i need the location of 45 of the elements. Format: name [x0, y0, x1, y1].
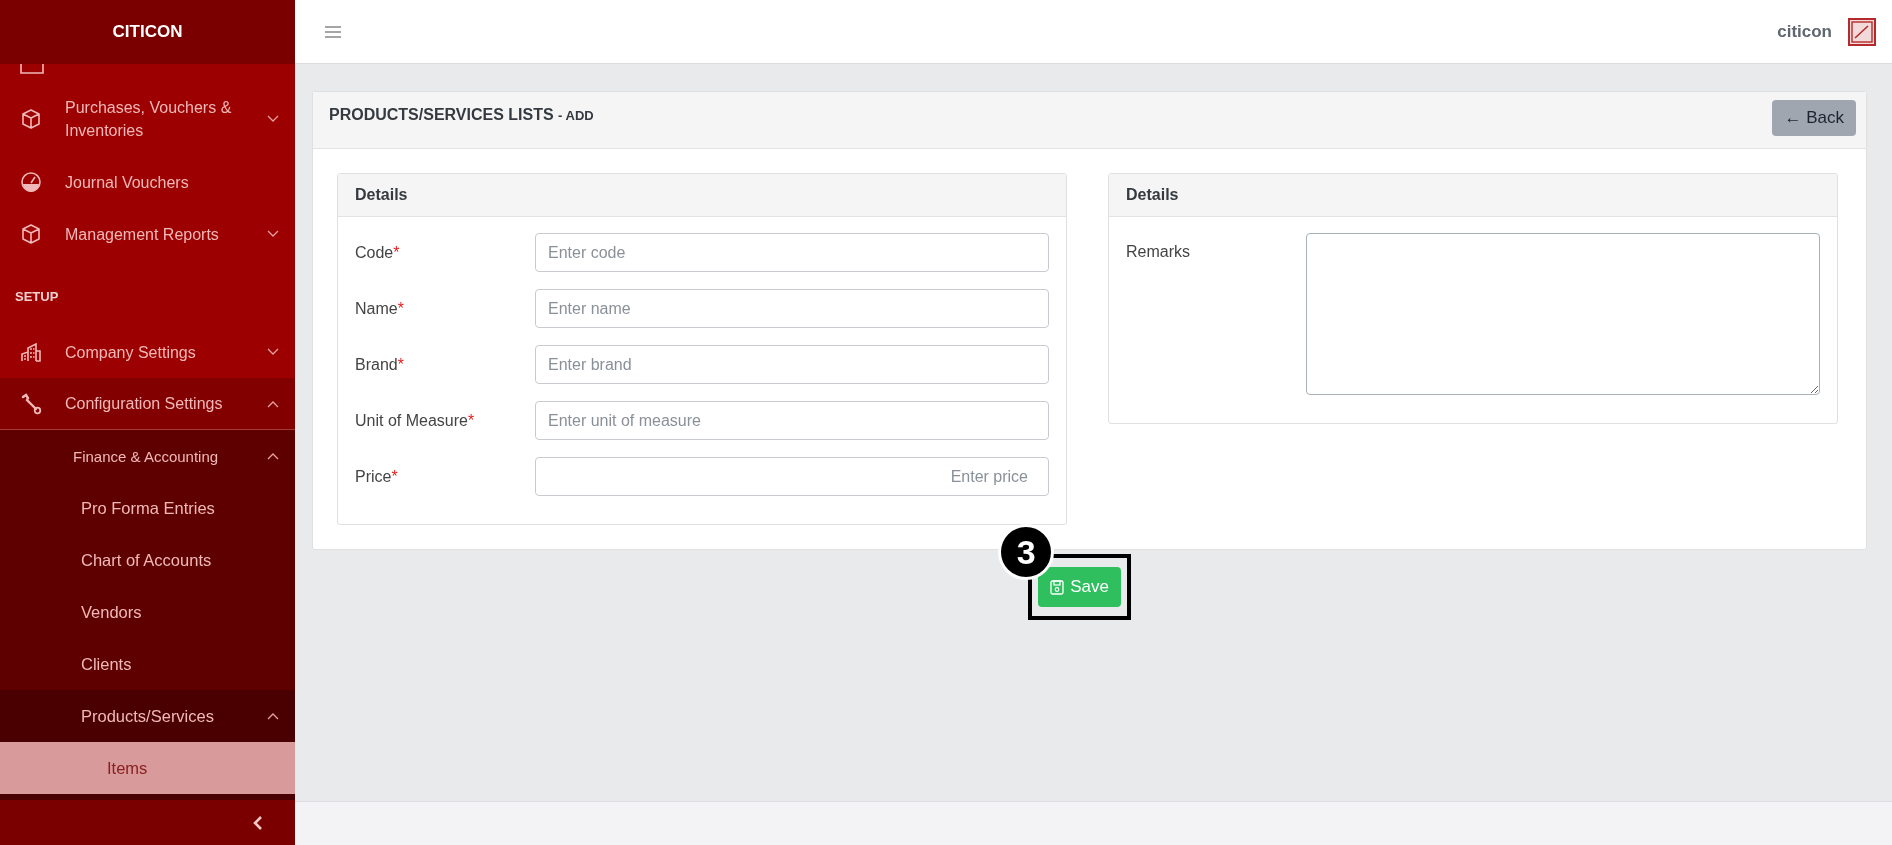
floppy-icon [1050, 579, 1065, 595]
sidebar-item[interactable]: Items [0, 742, 295, 794]
input-field[interactable]: Enter brand [535, 345, 1049, 384]
chevron-up-icon [267, 712, 279, 720]
avatar-icon[interactable] [1848, 17, 1876, 46]
sidebar-item[interactable]: Finance & Accounting [0, 430, 295, 482]
panel-title: Details [338, 174, 1066, 217]
sidebar-item[interactable]: Management Reports [0, 208, 295, 260]
input-field[interactable]: Enter name [535, 289, 1049, 328]
input-field[interactable]: Enter price [535, 457, 1049, 496]
sidebar-item[interactable]: Pro Forma Entries [0, 482, 295, 534]
cube-icon [20, 223, 42, 245]
cube-icon [20, 108, 42, 130]
back-button[interactable]: ← Back [1772, 100, 1856, 136]
brand-title: CITICON [0, 0, 295, 64]
page-title: PRODUCTS/SERVICES LISTS - ADD [329, 106, 594, 124]
field-label: Brand* [355, 355, 405, 374]
sidebar-item[interactable]: Company Settings [0, 326, 295, 378]
sidebar-item[interactable]: Configuration Settings [0, 378, 295, 430]
field-label: Remarks [1126, 243, 1191, 261]
field-label: Price* [355, 467, 399, 486]
sidebar-item[interactable]: Products/Services [0, 690, 295, 742]
sidebar-item[interactable]: Chart of Accounts [0, 534, 295, 586]
gauge-icon [20, 171, 42, 193]
chevron-up-icon [267, 452, 279, 460]
building-icon [20, 341, 42, 363]
wrench-icon [20, 392, 42, 415]
panel-title: Details [1109, 174, 1837, 217]
field-label: Unit of Measure* [355, 411, 476, 430]
chevron-down-icon [267, 348, 279, 356]
sidebar-item[interactable]: Clients [0, 638, 295, 690]
chevron-down-icon [267, 115, 279, 123]
input-field[interactable]: Enter unit of measure [535, 401, 1049, 440]
user-name: citicon [1777, 21, 1832, 42]
input-field[interactable]: Enter code [535, 233, 1049, 272]
sidebar-item[interactable]: Journal Vouchers [0, 156, 295, 208]
collapse-icon[interactable] [253, 815, 263, 830]
sidebar-heading: SETUP [0, 260, 295, 326]
remarks-field[interactable] [1306, 233, 1820, 395]
field-label: Name* [355, 299, 405, 318]
field-label: Code* [355, 243, 401, 262]
sidebar-item[interactable]: Purchases, Vouchers & Inventories [0, 82, 295, 156]
chevron-down-icon [267, 230, 279, 238]
sidebar-item[interactable]: Vendors [0, 586, 295, 638]
chevron-up-icon [267, 399, 279, 408]
